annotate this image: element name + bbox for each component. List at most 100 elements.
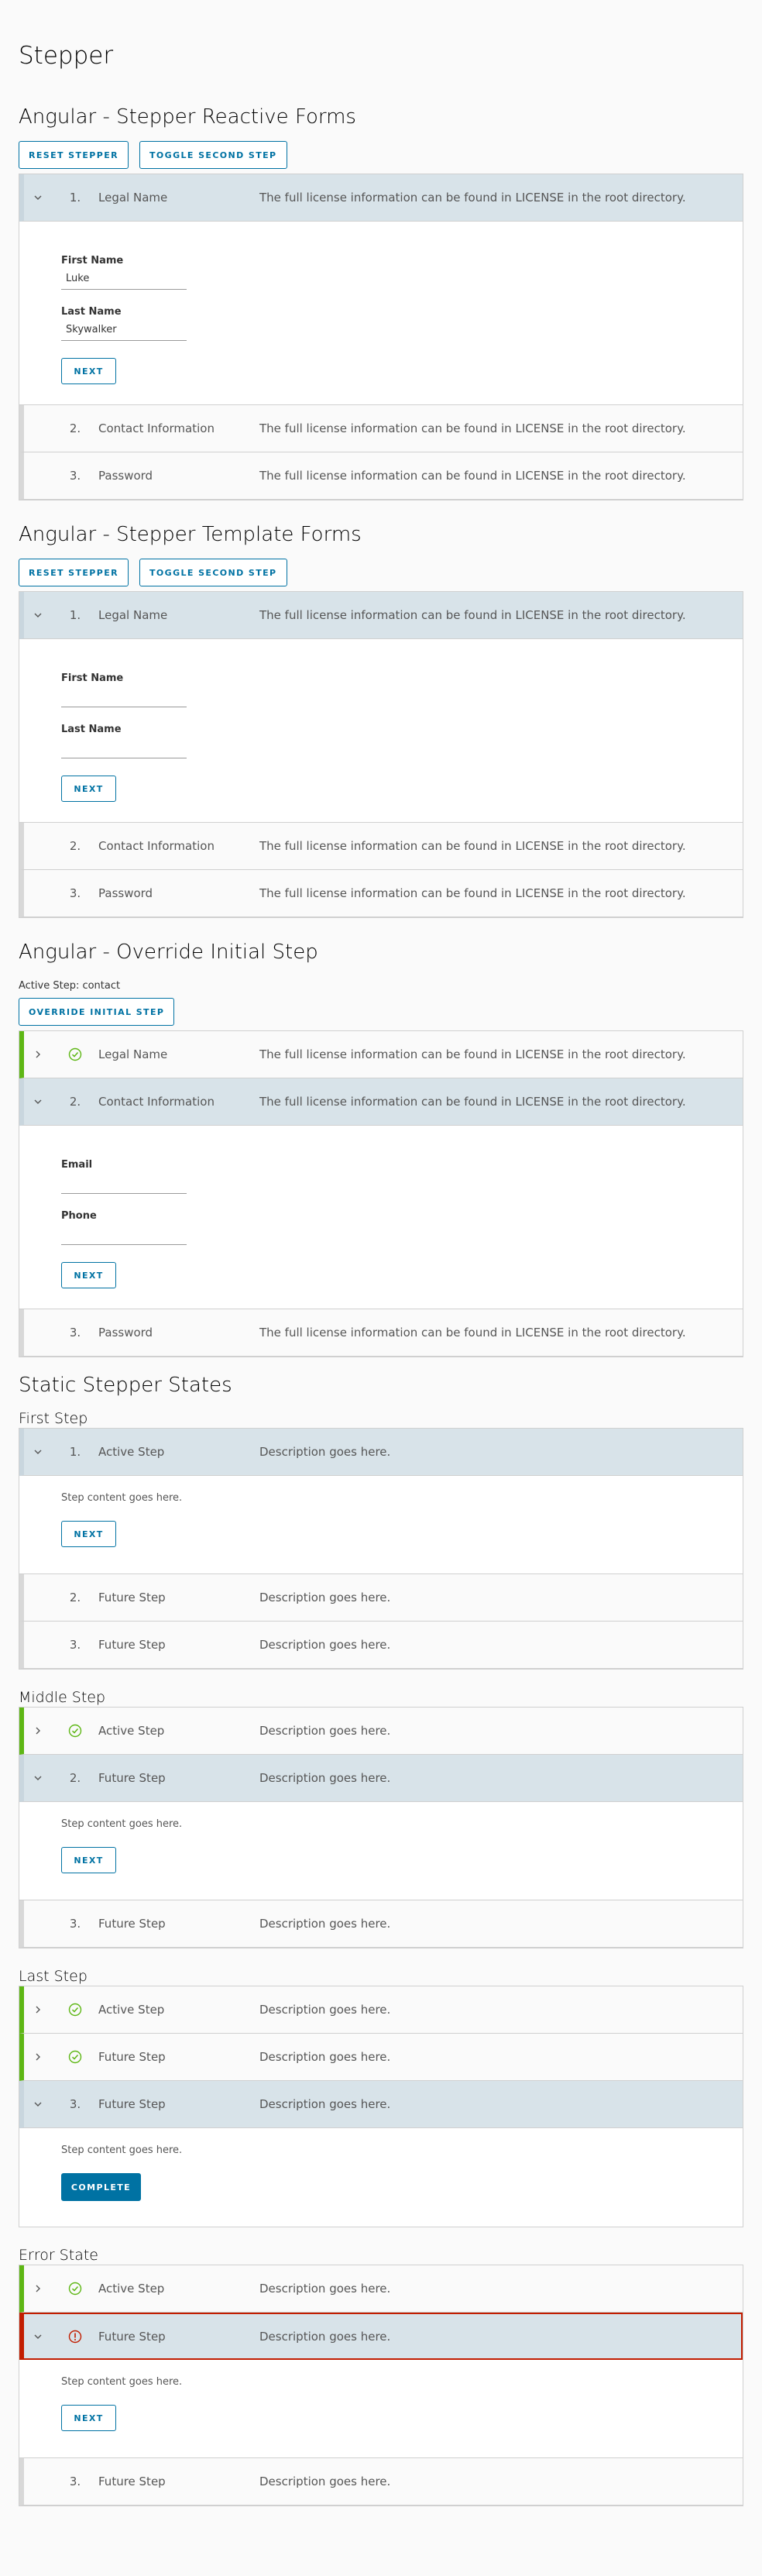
step-header-contact-information[interactable]: 2. Contact Information The full license … [19, 405, 743, 452]
step-description: Description goes here. [259, 2475, 391, 2488]
stepper: Active Step Description goes here. 2. Fu… [19, 1707, 743, 1948]
last-name-input[interactable] [61, 319, 187, 341]
step-header-legal-name[interactable]: Legal Name The full license information … [19, 1031, 743, 1078]
step-header-future[interactable]: 3. Future Step Description goes here. [19, 2458, 743, 2505]
step-body: Step content goes here. NEXT [19, 1802, 743, 1900]
step-header-legal-name[interactable]: 1. Legal Name The full license informati… [19, 592, 743, 639]
phone-input[interactable] [61, 1223, 187, 1245]
step-description: The full license information can be foun… [259, 1326, 686, 1340]
complete-button[interactable]: COMPLETE [61, 2173, 141, 2201]
step-body: Step content goes here. COMPLETE [19, 2128, 743, 2227]
step-header-error[interactable]: Future Step Description goes here. [19, 2313, 743, 2360]
step-title: Future Step [98, 2097, 166, 2111]
next-button[interactable]: NEXT [61, 1521, 116, 1547]
step-header-password[interactable]: 3. Password The full license information… [19, 452, 743, 500]
chevron-down-icon [24, 2100, 52, 2109]
step-title: Future Step [98, 2475, 166, 2488]
step-number: 2. [69, 1591, 81, 1604]
step-description: Description goes here. [259, 2282, 391, 2296]
step-title: Future Step [98, 1771, 166, 1785]
step-description: Description goes here. [259, 1724, 391, 1738]
step-header-complete[interactable]: Future Step Description goes here. [19, 2034, 743, 2081]
step-header-active[interactable]: 2. Future Step Description goes here. [19, 1755, 743, 1802]
step-description: The full license information can be foun… [259, 608, 686, 622]
step-body: Step content goes here. NEXT [19, 1476, 743, 1574]
first-name-input[interactable] [61, 268, 187, 290]
step-title: Future Step [98, 2050, 166, 2064]
step-header-complete[interactable]: Active Step Description goes here. [19, 1986, 743, 2034]
subsection-title: Error State [19, 2247, 98, 2264]
step-description: The full license information can be foun… [259, 886, 686, 900]
next-button[interactable]: NEXT [61, 1847, 116, 1873]
step-number: 1. [69, 608, 81, 622]
override-initial-step-button[interactable]: OVERRIDE INITIAL STEP [19, 998, 175, 1026]
step-header-future[interactable]: 3. Future Step Description goes here. [19, 1622, 743, 1669]
subsection-title: Middle Step [19, 1689, 106, 1706]
next-button[interactable]: NEXT [61, 2405, 116, 2431]
step-description: The full license information can be foun… [259, 1047, 686, 1061]
stepper: Active Step Description goes here. Futur… [19, 2265, 743, 2506]
step-description: Description goes here. [259, 2097, 391, 2111]
step-header-active[interactable]: 3. Future Step Description goes here. [19, 2081, 743, 2128]
stepper: 1. Legal Name The full license informati… [19, 174, 743, 500]
step-number: 3. [69, 1638, 81, 1652]
step-number: 1. [69, 191, 81, 205]
step-header-future[interactable]: 2. Future Step Description goes here. [19, 1574, 743, 1622]
chevron-right-icon [24, 2005, 52, 2014]
step-header-contact-information[interactable]: 2. Contact Information The full license … [19, 1078, 743, 1126]
step-number: 3. [69, 2097, 81, 2111]
step-number: 2. [69, 1095, 81, 1109]
stepper: Active Step Description goes here. Futur… [19, 1986, 743, 2227]
step-title: Future Step [98, 1638, 166, 1652]
reset-stepper-button[interactable]: RESET STEPPER [19, 559, 129, 586]
chevron-down-icon [24, 610, 52, 620]
step-header-complete[interactable]: Active Step Description goes here. [19, 1708, 743, 1755]
step-content-text: Step content goes here. [61, 1492, 183, 1504]
toggle-second-step-button[interactable]: TOGGLE SECOND STEP [139, 559, 287, 586]
step-number: 3. [69, 1917, 81, 1931]
phone-label: Phone [61, 1210, 97, 1222]
toggle-second-step-button[interactable]: TOGGLE SECOND STEP [139, 141, 287, 169]
check-circle-icon [52, 1047, 98, 1061]
first-name-label: First Name [61, 255, 124, 267]
step-title: Password [98, 886, 153, 900]
step-header-password[interactable]: 3. Password The full license information… [19, 870, 743, 917]
email-input[interactable] [61, 1172, 187, 1194]
reset-stepper-button[interactable]: RESET STEPPER [19, 141, 129, 169]
step-body: Email Phone NEXT [19, 1126, 743, 1309]
step-header-legal-name[interactable]: 1. Legal Name The full license informati… [19, 174, 743, 222]
step-title: Password [98, 1326, 153, 1340]
reactive-forms-section: Angular - Stepper Reactive Forms RESET S… [19, 104, 743, 500]
last-name-input[interactable] [61, 737, 187, 758]
step-description: Description goes here. [259, 1771, 391, 1785]
chevron-down-icon [24, 1447, 52, 1457]
check-circle-icon [52, 2003, 98, 2017]
first-name-input[interactable] [61, 686, 187, 707]
step-body: First Name Last Name NEXT [19, 222, 743, 405]
active-step-text: Active Step: contact [19, 980, 121, 992]
step-number: 2. [69, 421, 81, 435]
step-number: 3. [69, 886, 81, 900]
step-number: 2. [69, 1771, 81, 1785]
step-description: Description goes here. [259, 1445, 391, 1459]
step-number: 1. [69, 1445, 81, 1459]
step-header-active[interactable]: 1. Active Step Description goes here. [19, 1429, 743, 1476]
step-description: Description goes here. [259, 1638, 391, 1652]
chevron-down-icon [24, 2332, 52, 2341]
step-content-text: Step content goes here. [61, 1818, 183, 1830]
next-button[interactable]: NEXT [61, 1262, 116, 1288]
step-description: Description goes here. [259, 1591, 391, 1604]
section-title: Angular - Stepper Reactive Forms [19, 105, 356, 129]
last-name-label: Last Name [61, 724, 122, 735]
step-header-contact-information[interactable]: 2. Contact Information The full license … [19, 823, 743, 870]
first-name-label: First Name [61, 672, 124, 684]
step-title: Active Step [98, 1724, 165, 1738]
next-button[interactable]: NEXT [61, 358, 116, 384]
step-title: Active Step [98, 2003, 165, 2017]
step-header-future[interactable]: 3. Future Step Description goes here. [19, 1900, 743, 1948]
step-number: 3. [69, 1326, 81, 1340]
step-description: The full license information can be foun… [259, 191, 686, 205]
next-button[interactable]: NEXT [61, 776, 116, 802]
step-header-password[interactable]: 3. Password The full license information… [19, 1309, 743, 1357]
step-header-complete[interactable]: Active Step Description goes here. [19, 2265, 743, 2313]
